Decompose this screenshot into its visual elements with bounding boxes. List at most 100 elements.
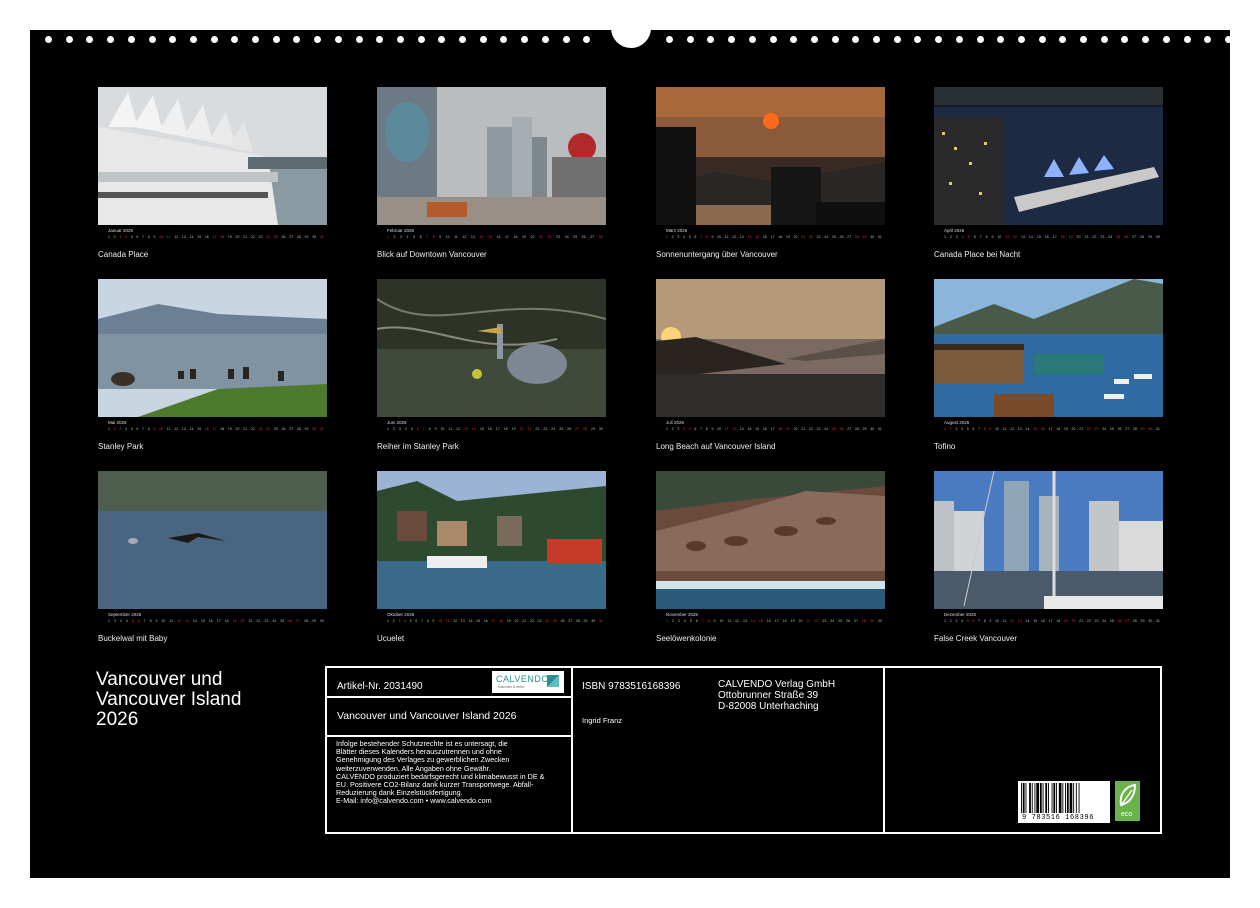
binding-hole (563, 36, 570, 43)
day-number: 4 (683, 426, 685, 432)
day-number: 9 (156, 618, 158, 624)
day-number: 28 (304, 618, 308, 624)
day-number: 15 (480, 426, 484, 432)
binding-hole (376, 36, 383, 43)
day-number: 22 (814, 618, 818, 624)
day-number: 7 (700, 426, 702, 432)
binding-hole (1018, 36, 1025, 43)
day-number: 16 (763, 426, 767, 432)
day-strip: 1234567891011121314151617181920212223242… (387, 618, 603, 624)
day-number: 8 (986, 234, 988, 240)
day-number: 2 (393, 618, 395, 624)
day-number: 31 (320, 234, 324, 240)
day-number: 19 (786, 426, 790, 432)
day-number: 18 (783, 618, 787, 624)
photo-image (377, 87, 606, 225)
day-number: 2 (950, 618, 952, 624)
day-number: 11 (167, 234, 171, 240)
day-number: 3 (677, 426, 679, 432)
barcode-bar (1032, 783, 1033, 813)
day-number: 25 (838, 618, 842, 624)
day-number: 24 (824, 426, 828, 432)
day-number: 8 (706, 234, 708, 240)
day-number: 27 (289, 426, 293, 432)
day-number: 6 (420, 234, 422, 240)
day-number: 11 (167, 426, 171, 432)
day-number: 11 (169, 618, 173, 624)
day-number: 6 (136, 426, 138, 432)
day-number: 28 (599, 234, 603, 240)
eco-badge: eco (1115, 781, 1140, 821)
day-number: 21 (1084, 234, 1088, 240)
binding-hole (521, 36, 528, 43)
day-number: 8 (708, 618, 710, 624)
day-number: 11 (725, 234, 729, 240)
binding-hole (1225, 36, 1232, 43)
day-strip: 1234567891011121314151617181920212223242… (108, 618, 324, 624)
day-number: 30 (1148, 426, 1152, 432)
barcode-bar (1029, 783, 1031, 813)
day-number: 1 (666, 618, 668, 624)
day-number: 17 (1053, 234, 1057, 240)
day-number: 22 (251, 426, 255, 432)
day-number: 4 (126, 618, 128, 624)
month-card: August 202612345678910111213141516171819… (934, 279, 1164, 459)
day-number: 7 (426, 234, 428, 240)
barcode-bar (1036, 783, 1039, 813)
binding-hole (749, 36, 756, 43)
day-number: 13 (461, 618, 465, 624)
month-card: Juni 20261234567891011121314151617181920… (377, 279, 607, 459)
binding-hole (500, 36, 507, 43)
barcode-bar (1062, 783, 1063, 813)
day-number: 12 (456, 426, 460, 432)
day-number: 24 (1102, 618, 1106, 624)
day-number: 25 (280, 618, 284, 624)
day-number: 11 (725, 426, 729, 432)
day-number: 5 (967, 618, 969, 624)
day-number: 24 (272, 618, 276, 624)
day-number: 17 (212, 234, 216, 240)
day-number: 18 (499, 618, 503, 624)
month-name: Februar 2026 (387, 228, 414, 233)
day-number: 30 (312, 234, 316, 240)
day-number: 28 (297, 426, 301, 432)
day-number: 5 (689, 234, 691, 240)
day-number: 20 (236, 426, 240, 432)
day-number: 1 (944, 426, 946, 432)
day-number: 22 (1087, 618, 1091, 624)
day-number: 6 (974, 234, 976, 240)
day-number: 8 (427, 618, 429, 624)
day-number: 10 (438, 618, 442, 624)
month-card: Mai 202612345678910111213141516171819202… (98, 279, 328, 459)
day-number: 3 (678, 618, 680, 624)
day-number: 27 (575, 426, 579, 432)
day-number: 20 (1072, 618, 1076, 624)
hanger-notch (611, 8, 651, 48)
month-name: April 2026 (944, 228, 964, 233)
month-photo (98, 471, 327, 609)
day-number: 14 (468, 618, 472, 624)
day-number: 10 (440, 426, 444, 432)
day-number: 13 (740, 234, 744, 240)
day-number: 25 (1116, 234, 1120, 240)
photo-caption: Blick auf Downtown Vancouver (377, 250, 487, 259)
day-number: 18 (1056, 618, 1060, 624)
photo-image (656, 471, 885, 609)
day-number: 8 (706, 426, 708, 432)
day-number: 31 (878, 234, 882, 240)
month-card: Dezember 2026123456789101112131415161718… (934, 471, 1164, 651)
day-number: 7 (142, 234, 144, 240)
day-number: 12 (1010, 426, 1014, 432)
day-number: 11 (446, 618, 450, 624)
month-name: Dezember 2026 (944, 612, 976, 617)
day-number: 7 (980, 234, 982, 240)
day-number: 25 (274, 426, 278, 432)
photo-image (98, 471, 327, 609)
day-number: 28 (297, 234, 301, 240)
day-number: 7 (421, 618, 423, 624)
day-number: 16 (496, 234, 500, 240)
day-number: 13 (182, 426, 186, 432)
day-number: 2 (672, 234, 674, 240)
month-card: März 20261234567891011121314151617181920… (656, 87, 886, 267)
month-name: November 2026 (666, 612, 698, 617)
